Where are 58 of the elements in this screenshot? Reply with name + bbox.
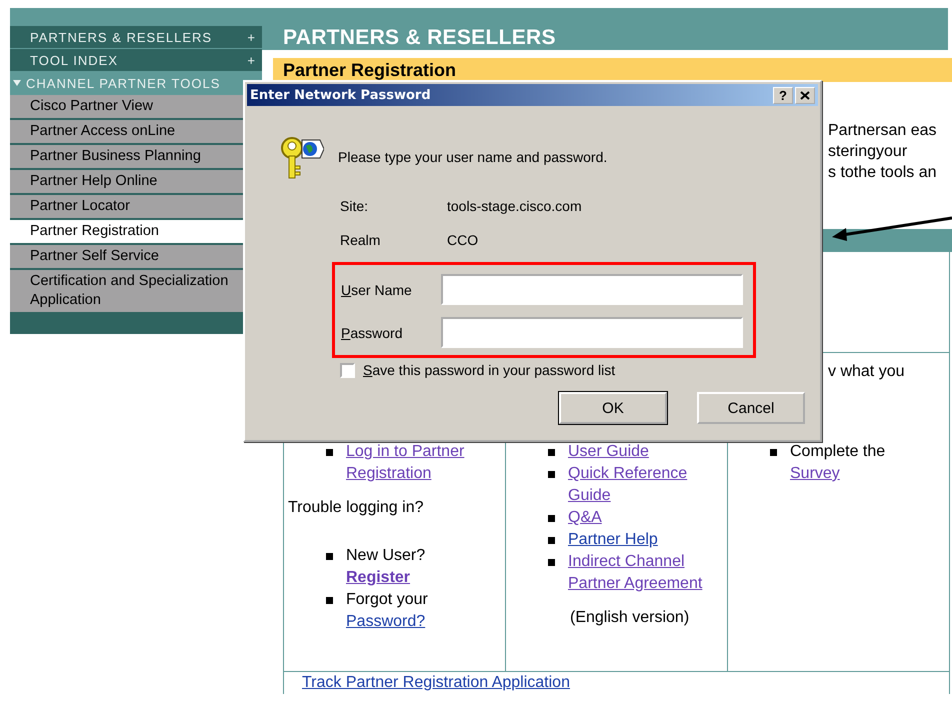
sidebar-item[interactable]: Partner Locator	[10, 195, 244, 220]
sidebar-section[interactable]: TOOL INDEX +	[10, 49, 262, 72]
link[interactable]: Track Partner Registration Application	[302, 674, 570, 692]
bullet-icon	[548, 471, 555, 478]
intro-text: Partnersan eas	[828, 121, 938, 141]
sidebar-item[interactable]: Certification and Specialization Application	[10, 270, 244, 314]
dialog-message: Please type your user name and password.	[338, 149, 608, 165]
dialog-button[interactable]: OK	[559, 392, 667, 424]
page-title-bar: Partner Registration	[273, 58, 952, 82]
link[interactable]: User Guide	[568, 441, 723, 463]
checkbox[interactable]	[340, 362, 355, 378]
sidebar-item[interactable]: Partner Help Online	[10, 170, 244, 195]
info-label: Realm	[340, 232, 382, 248]
bullet-icon	[326, 553, 333, 560]
checkbox-label: Save this password in your password list	[363, 362, 616, 378]
list-text: Forgot your	[346, 590, 429, 610]
sidebar-item[interactable]: Partner Access onLine	[10, 120, 244, 145]
link[interactable]: Log in to Partner Registration	[346, 441, 501, 485]
cell-text: v what you	[827, 362, 906, 382]
intro-text: s tothe tools an	[828, 163, 938, 183]
bullet-icon	[548, 559, 555, 566]
dialog-button[interactable]: Cancel	[697, 392, 805, 424]
info-label: Site:	[340, 198, 370, 214]
link[interactable]: Partner Help	[568, 529, 723, 551]
bullet-icon	[770, 449, 777, 456]
help-button[interactable]: ?	[773, 86, 793, 104]
bullet-icon	[548, 449, 555, 456]
bullet-icon	[548, 515, 555, 522]
intro-text: steringyour	[828, 142, 908, 162]
sidebar-item[interactable]: Partner Self Service	[10, 245, 244, 270]
link[interactable]: Quick Reference Guide	[568, 463, 723, 507]
close-button[interactable]	[795, 86, 815, 104]
note-text: (English version)	[569, 608, 690, 628]
dialog-title: Enter Network Password	[250, 88, 432, 102]
info-value: tools-stage.cisco.com	[447, 198, 582, 214]
list-text: Complete the	[790, 442, 886, 462]
section-title: PARTNERS & RESELLERS	[283, 26, 556, 50]
link[interactable]: Indirect Channel Partner Agreement	[568, 551, 723, 595]
bullet-icon	[326, 597, 333, 604]
close-icon	[800, 90, 810, 100]
expanded-triangle-icon	[12, 79, 22, 87]
field-label: User Name	[341, 282, 413, 298]
sidebar-section[interactable]: PARTNERS & RESELLERS +	[10, 26, 262, 49]
info-value: CCO	[447, 232, 478, 248]
key-globe-icon	[278, 134, 324, 180]
trouble-text: Trouble logging in?	[288, 498, 424, 518]
link[interactable]: Register	[346, 567, 501, 589]
list-text: New User?	[346, 546, 426, 566]
sidebar-item[interactable]: Cisco Partner View	[10, 95, 244, 120]
sidebar-item[interactable]: Partner Business Planning	[10, 145, 244, 170]
link[interactable]: Survey	[790, 463, 945, 485]
link[interactable]: Q&A	[568, 507, 723, 529]
field-label: Password	[341, 324, 404, 340]
bullet-icon	[326, 449, 333, 456]
bullet-icon	[548, 537, 555, 544]
link[interactable]: Password?	[346, 611, 501, 633]
input-field[interactable]	[441, 274, 743, 305]
input-field[interactable]	[441, 317, 743, 348]
